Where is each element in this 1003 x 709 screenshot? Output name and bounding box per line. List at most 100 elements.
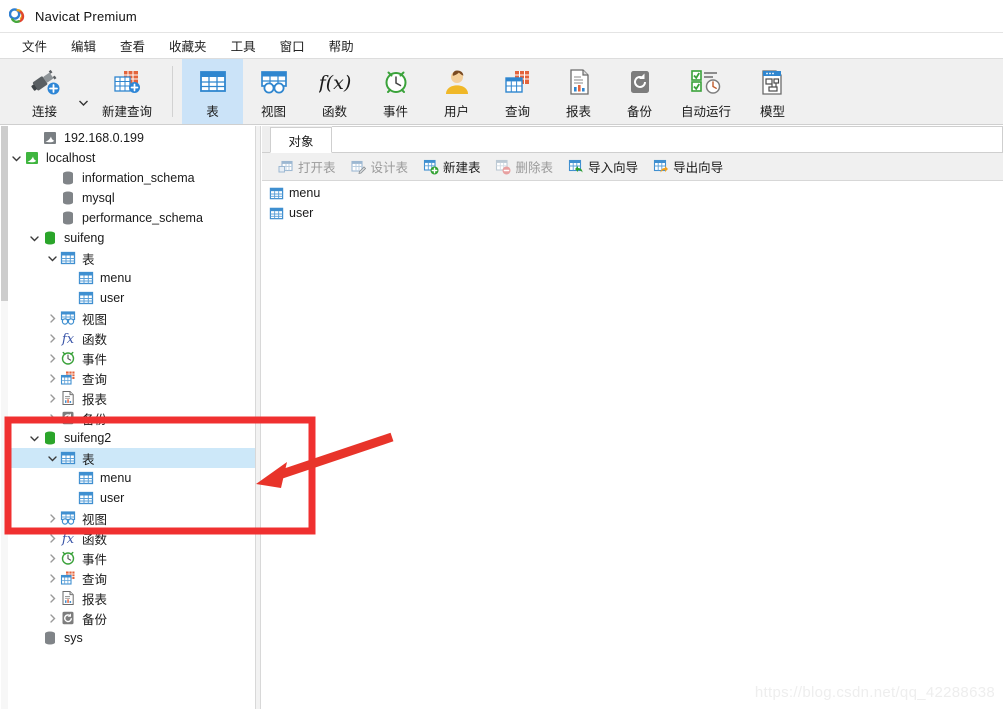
chevron-right-icon[interactable] — [45, 333, 59, 343]
chevron-right-icon[interactable] — [45, 393, 59, 403]
navicat-logo-icon — [8, 7, 26, 25]
chevron-down-icon[interactable] — [9, 154, 23, 163]
chevron-down-icon[interactable] — [27, 434, 41, 443]
toolbar-button-model[interactable]: 模型 — [742, 59, 803, 124]
toolbar-button-view[interactable]: 视图 — [243, 59, 304, 124]
menu-favorites[interactable]: 收藏夹 — [157, 33, 219, 58]
menu-file[interactable]: 文件 — [10, 33, 59, 58]
object-list-item[interactable]: menu — [262, 183, 1003, 203]
tree-node-表[interactable]: 表 — [9, 248, 255, 268]
connection-tree: 192.168.0.199 localhost information_schema… — [9, 126, 255, 648]
toolbar-button-report[interactable]: 报表 — [548, 59, 609, 124]
toolbar-button-backup[interactable]: 备份 — [609, 59, 670, 124]
object-toolbar-new-table[interactable]: 新建表 — [415, 155, 488, 179]
tree-node-suifeng[interactable]: suifeng — [9, 228, 255, 248]
import-wizard-icon — [567, 159, 584, 175]
report-folder-icon — [59, 390, 77, 406]
tree-node-label: menu — [100, 471, 132, 485]
tree-node-performance_schema[interactable]: performance_schema — [9, 208, 255, 228]
tree-node-事件[interactable]: 事件 — [9, 548, 255, 568]
tab-objects[interactable]: 对象 — [270, 127, 332, 153]
chevron-down-icon[interactable] — [45, 454, 59, 463]
toolbar-label-view: 视图 — [260, 105, 286, 119]
chevron-right-icon[interactable] — [45, 373, 59, 383]
tree-node-menu[interactable]: menu — [9, 468, 255, 488]
toolbar-button-automation[interactable]: 自动运行 — [670, 59, 742, 124]
tree-node-user[interactable]: user — [9, 288, 255, 308]
tree-node-视图[interactable]: 视图 — [9, 308, 255, 328]
tree-node-备份[interactable]: 备份 — [9, 408, 255, 428]
table-icon — [197, 65, 229, 99]
tree-node-视图[interactable]: 视图 — [9, 508, 255, 528]
object-toolbar-export-wizard[interactable]: 导出向导 — [645, 155, 730, 179]
tree-node-localhost[interactable]: localhost — [9, 148, 255, 168]
scrollbar-thumb[interactable] — [1, 126, 8, 301]
chevron-right-icon[interactable] — [45, 533, 59, 543]
view-folder-icon — [59, 310, 77, 326]
tree-node-函数[interactable]: fx 函数 — [9, 528, 255, 548]
chevron-down-icon[interactable] — [27, 234, 41, 243]
chevron-right-icon[interactable] — [45, 353, 59, 363]
tree-node-报表[interactable]: 报表 — [9, 388, 255, 408]
report-icon — [563, 65, 595, 99]
table-item-icon — [77, 270, 95, 286]
object-toolbar: 打开表 设计表 新建表 删除表 导入向导 导出向导 — [262, 153, 1003, 181]
connection-dropdown-chevron-down-icon[interactable] — [75, 59, 91, 124]
tree-node-事件[interactable]: 事件 — [9, 348, 255, 368]
panel-divider[interactable] — [255, 126, 261, 709]
tree-node-information_schema[interactable]: information_schema — [9, 168, 255, 188]
object-toolbar-design-table: 设计表 — [343, 155, 416, 179]
backup-folder-icon — [59, 610, 77, 626]
toolbar-button-table[interactable]: 表 — [182, 59, 243, 124]
tree-node-备份[interactable]: 备份 — [9, 608, 255, 628]
tree-node-函数[interactable]: fx 函数 — [9, 328, 255, 348]
object-list-item[interactable]: user — [262, 203, 1003, 223]
toolbar-button-connection[interactable]: 连接 — [14, 59, 75, 124]
toolbar-button-event[interactable]: 事件 — [365, 59, 426, 124]
chevron-right-icon[interactable] — [45, 593, 59, 603]
object-toolbar-label: 导入向导 — [588, 161, 639, 175]
toolbar-button-new-query[interactable]: 新建查询 — [91, 59, 163, 124]
tree-node-查询[interactable]: 查询 — [9, 568, 255, 588]
tree-node-sys[interactable]: sys — [9, 628, 255, 648]
chevron-right-icon[interactable] — [45, 513, 59, 523]
object-toolbar-import-wizard[interactable]: 导入向导 — [560, 155, 645, 179]
tree-node-192.168.0.199[interactable]: 192.168.0.199 — [9, 128, 255, 148]
menu-view[interactable]: 查看 — [108, 33, 157, 58]
menu-help[interactable]: 帮助 — [317, 33, 366, 58]
new-query-icon — [110, 65, 144, 99]
sidebar-vertical-scrollbar[interactable] — [0, 126, 9, 709]
database-gray-icon — [59, 170, 77, 186]
database-gray-icon — [41, 630, 59, 646]
tree-node-报表[interactable]: 报表 — [9, 588, 255, 608]
tree-node-user[interactable]: user — [9, 488, 255, 508]
toolbar-label-table: 表 — [206, 105, 219, 119]
tree-node-label: 备份 — [82, 612, 108, 627]
menu-window[interactable]: 窗口 — [268, 33, 317, 58]
tree-node-mysql[interactable]: mysql — [9, 188, 255, 208]
tree-node-label: 视图 — [82, 312, 108, 327]
menu-tools[interactable]: 工具 — [219, 33, 268, 58]
toolbar-button-query[interactable]: 查询 — [487, 59, 548, 124]
svg-text:f(x): f(x) — [319, 72, 351, 94]
chevron-right-icon[interactable] — [45, 313, 59, 323]
menu-edit[interactable]: 编辑 — [59, 33, 108, 58]
query-folder-icon — [59, 370, 77, 386]
chevron-right-icon[interactable] — [45, 613, 59, 623]
toolbar-button-user[interactable]: 用户 — [426, 59, 487, 124]
tree-node-menu[interactable]: menu — [9, 268, 255, 288]
database-green-icon — [41, 230, 59, 246]
toolbar-button-function[interactable]: f(x) 函数 — [304, 59, 365, 124]
tree-node-表[interactable]: 表 — [9, 448, 255, 468]
tree-node-label: user — [100, 491, 125, 505]
connection-gray-icon — [41, 130, 59, 146]
chevron-down-icon[interactable] — [45, 254, 59, 263]
chevron-right-icon[interactable] — [45, 573, 59, 583]
right-pane: 对象 打开表 设计表 新建表 删除表 导入向导 导出向导 menu user — [262, 126, 1003, 709]
tree-node-查询[interactable]: 查询 — [9, 368, 255, 388]
tree-node-suifeng2[interactable]: suifeng2 — [9, 428, 255, 448]
chevron-right-icon[interactable] — [45, 553, 59, 563]
svg-text:fx: fx — [61, 332, 75, 346]
object-toolbar-label: 导出向导 — [673, 161, 724, 175]
chevron-right-icon[interactable] — [45, 413, 59, 423]
